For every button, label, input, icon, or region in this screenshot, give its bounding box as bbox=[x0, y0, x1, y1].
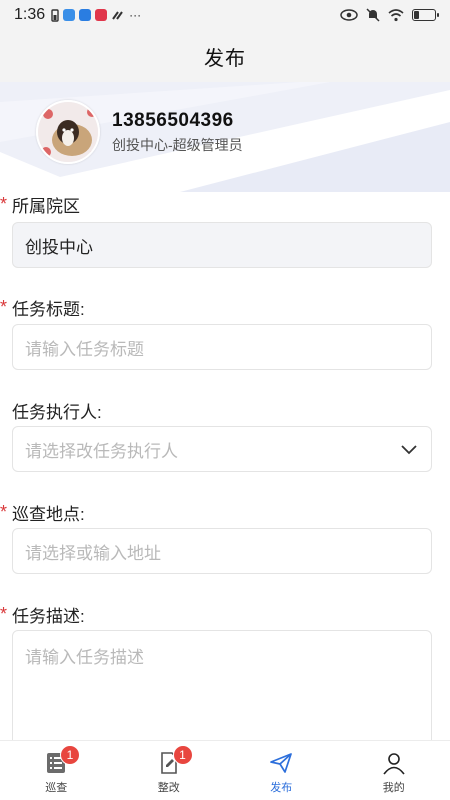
task-title-input[interactable]: 请输入任务标题 bbox=[12, 324, 432, 370]
battery-level bbox=[414, 11, 419, 19]
publish-form-page: 13856504396 创投中心-超级管理员 * 所属院区 创投中心 * 任务标… bbox=[0, 82, 450, 740]
campus-field[interactable]: 创投中心 bbox=[12, 222, 432, 268]
status-time: 1:36 bbox=[14, 6, 46, 23]
tab-rectify-label: 整改 bbox=[157, 781, 180, 794]
user-phone: 13856504396 bbox=[112, 109, 234, 131]
page-title: 发布 bbox=[204, 47, 246, 70]
tab-patrol[interactable]: 1 巡查 bbox=[0, 741, 113, 800]
executor-label: 任务执行人: bbox=[12, 403, 102, 422]
description-label: * 任务描述: bbox=[0, 604, 85, 626]
executor-select[interactable]: 请选择改任务执行人 bbox=[12, 426, 432, 472]
avatar bbox=[36, 100, 100, 164]
location-label: * 巡查地点: bbox=[0, 502, 85, 524]
notification-icons: ··· bbox=[51, 8, 141, 22]
rectify-badge: 1 bbox=[172, 745, 193, 765]
user-profile: 13856504396 创投中心-超级管理员 bbox=[36, 100, 243, 164]
user-role: 创投中心-超级管理员 bbox=[112, 136, 243, 153]
patrol-badge: 1 bbox=[60, 745, 80, 765]
wifi-icon bbox=[388, 8, 404, 21]
location-input[interactable]: 请选择或输入地址 bbox=[12, 528, 432, 574]
campus-value: 创投中心 bbox=[25, 237, 93, 257]
eye-icon bbox=[340, 9, 358, 21]
chevron-down-icon bbox=[401, 445, 417, 455]
more-notifications: ··· bbox=[129, 8, 142, 22]
description-placeholder: 请输入任务描述 bbox=[25, 648, 144, 667]
status-bar: 1:36 ··· bbox=[0, 0, 450, 30]
executor-placeholder: 请选择改任务执行人 bbox=[25, 441, 178, 461]
user-icon bbox=[383, 752, 405, 775]
book-app-icon bbox=[95, 9, 108, 21]
tab-mine-label: 我的 bbox=[382, 781, 405, 794]
description-textarea[interactable]: 请输入任务描述 bbox=[12, 630, 432, 740]
tab-publish-label: 发布 bbox=[270, 781, 293, 794]
bottom-tab-bar: 1 巡查 1 整改 发布 我的 bbox=[0, 740, 450, 800]
swipe-app-icon bbox=[112, 11, 123, 20]
nav-bar: 发布 bbox=[0, 30, 450, 82]
tab-rectify[interactable]: 1 整改 bbox=[113, 741, 226, 800]
location-placeholder: 请选择或输入地址 bbox=[25, 543, 161, 563]
battery-icon bbox=[412, 9, 439, 21]
tab-mine[interactable]: 我的 bbox=[338, 741, 450, 800]
tab-publish[interactable]: 发布 bbox=[225, 741, 338, 800]
campus-label: * 所属院区 bbox=[0, 194, 80, 216]
tab-patrol-label: 巡查 bbox=[45, 781, 68, 794]
task-title-label: * 任务标题: bbox=[0, 297, 85, 319]
sim-icon bbox=[51, 8, 59, 22]
send-icon bbox=[270, 752, 293, 773]
cloud-app-icon-2 bbox=[79, 9, 92, 21]
mute-bell-icon bbox=[366, 8, 380, 22]
task-title-placeholder: 请输入任务标题 bbox=[25, 339, 144, 359]
cloud-app-icon bbox=[63, 9, 76, 21]
